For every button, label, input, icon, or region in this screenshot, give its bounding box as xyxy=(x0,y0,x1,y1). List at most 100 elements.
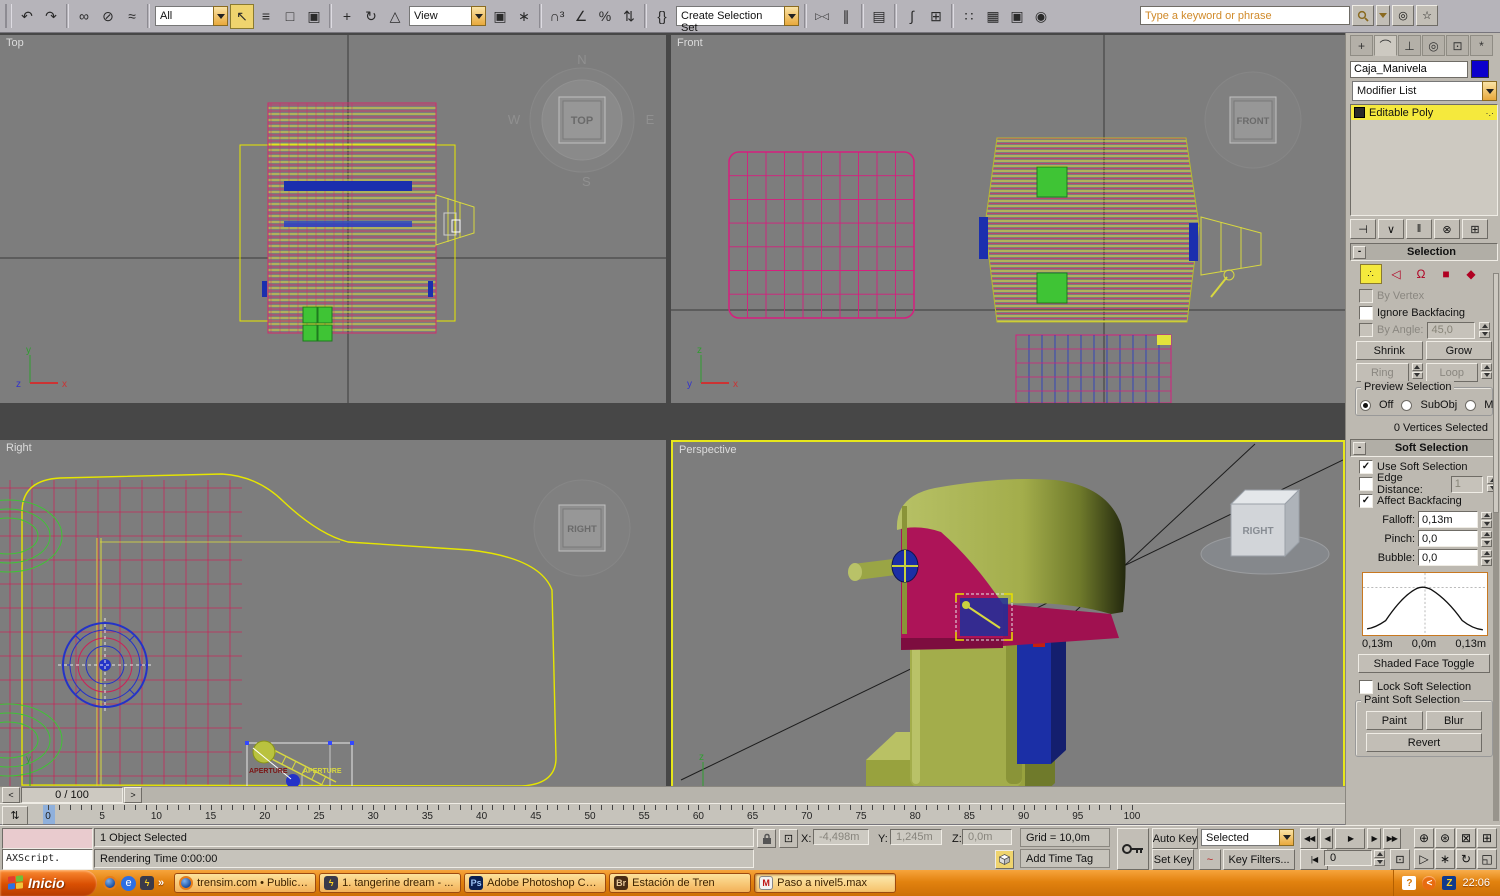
start-button[interactable]: Inicio xyxy=(0,870,97,896)
loop-button[interactable]: Loop xyxy=(1426,363,1479,382)
falloff-field[interactable]: 0,13m xyxy=(1418,511,1478,528)
key-filters-button[interactable]: Key Filters... xyxy=(1223,849,1295,870)
viewcube-top[interactable]: N S W E TOP xyxy=(508,52,655,189)
snaps-toggle-icon[interactable]: ∩³ xyxy=(545,4,569,29)
time-configuration-icon[interactable]: ⊡ xyxy=(1390,849,1410,870)
select-and-move-icon[interactable]: + xyxy=(335,4,359,29)
search-options-chevron-icon[interactable] xyxy=(1376,5,1390,26)
show-end-result-icon[interactable]: ∨ xyxy=(1378,219,1404,239)
panel-scrollbar[interactable] xyxy=(1493,273,1499,821)
taskbar-task-3[interactable]: BrEstación de Tren xyxy=(609,873,751,893)
chevron-down-icon[interactable] xyxy=(1279,829,1294,846)
border-subobject-icon[interactable]: Ω xyxy=(1410,264,1432,284)
help-tray-icon[interactable]: ? xyxy=(1402,876,1416,890)
soft-selection-rollout-header[interactable]: - Soft Selection xyxy=(1350,439,1498,457)
set-key-button[interactable]: Set Key xyxy=(1152,849,1194,870)
taskbar-clock[interactable]: 22:06 xyxy=(1462,877,1490,889)
taskbar-task-2[interactable]: PsAdobe Photoshop CS... xyxy=(464,873,606,893)
window-crossing-icon[interactable]: ▣ xyxy=(302,4,326,29)
blur-button[interactable]: Blur xyxy=(1426,711,1483,730)
polygon-subobject-icon[interactable]: ■ xyxy=(1435,264,1457,284)
zoom-extents-icon[interactable]: ⊠ xyxy=(1456,828,1476,848)
ring-button[interactable]: Ring xyxy=(1356,363,1409,382)
search-input[interactable] xyxy=(1140,6,1350,25)
firefox-quicklaunch-icon[interactable] xyxy=(103,876,117,890)
selection-rollout-header[interactable]: - Selection xyxy=(1350,243,1498,261)
select-and-scale-icon[interactable]: △ xyxy=(383,4,407,29)
tab-modify-icon[interactable]: ⌒ xyxy=(1374,35,1397,56)
pin-stack-icon[interactable]: ⊣ xyxy=(1350,219,1376,239)
revert-button[interactable]: Revert xyxy=(1366,733,1482,752)
vertex-subobject-icon[interactable]: ∴ xyxy=(1360,264,1382,284)
maxscript-mini-listener[interactable]: AXScript. xyxy=(2,849,93,870)
edge-distance-field[interactable]: 1 xyxy=(1451,476,1483,493)
y-coordinate-field[interactable]: 1,245m xyxy=(890,829,942,845)
reference-coordinate-dropdown[interactable]: View xyxy=(409,6,486,26)
preview-subobj-radio[interactable] xyxy=(1401,400,1412,411)
taskbar-task-1[interactable]: ϟ1. tangerine dream - ... xyxy=(319,873,461,893)
field-of-view-icon[interactable]: ▷ xyxy=(1414,849,1434,869)
modifier-stack-selected-row[interactable]: Editable Poly ·.· xyxy=(1351,105,1497,120)
ignore-backfacing-checkbox[interactable] xyxy=(1359,306,1373,320)
use-pivot-point-icon[interactable]: ▣ xyxy=(488,4,512,29)
chevron-down-icon[interactable] xyxy=(213,6,228,26)
rendered-frame-window-icon[interactable]: ▣ xyxy=(1005,4,1029,29)
collapse-icon[interactable]: - xyxy=(1353,246,1366,259)
viewport-perspective[interactable]: Perspective xyxy=(671,440,1345,813)
pinch-spinner[interactable] xyxy=(1481,531,1492,547)
select-and-link-icon[interactable]: ∞ xyxy=(72,4,96,29)
viewcube-perspective[interactable]: RIGHT xyxy=(1201,490,1329,574)
auto-key-button[interactable]: Auto Key xyxy=(1152,828,1198,849)
chevron-down-icon[interactable] xyxy=(784,6,799,26)
modifier-bulb-icon[interactable] xyxy=(1354,107,1365,118)
viewport-label[interactable]: Perspective xyxy=(679,444,736,456)
use-soft-selection-checkbox[interactable]: ✓ xyxy=(1359,460,1373,474)
spinner-snap-icon[interactable]: ⇅ xyxy=(617,4,641,29)
next-frame-icon[interactable]: ▶ xyxy=(1367,828,1380,849)
edge-subobject-icon[interactable]: ◁ xyxy=(1385,264,1407,284)
affect-backfacing-checkbox[interactable]: ✓ xyxy=(1359,494,1373,508)
time-slider-frame-display[interactable]: 0 / 100 xyxy=(21,787,123,803)
zonealarm-tray-icon[interactable]: Z xyxy=(1442,876,1456,890)
edge-distance-checkbox[interactable] xyxy=(1359,477,1373,491)
select-and-manipulate-icon[interactable]: ∗ xyxy=(512,4,536,29)
viewport-right[interactable]: Right xyxy=(0,440,666,813)
ring-spinner[interactable] xyxy=(1412,363,1423,379)
material-editor-icon[interactable]: ∷ xyxy=(957,4,981,29)
viewport-front[interactable]: Front xyxy=(671,35,1345,403)
align-icon[interactable]: ∥ xyxy=(834,4,858,29)
pan-icon[interactable]: ∗ xyxy=(1435,849,1455,869)
grow-button[interactable]: Grow xyxy=(1426,341,1493,360)
previous-frame-arrow-icon[interactable]: < xyxy=(2,787,20,803)
falloff-spinner[interactable] xyxy=(1481,512,1492,528)
viewport-top[interactable]: Top xyxy=(0,35,666,403)
hide-icons-chevron-icon[interactable]: < xyxy=(1422,876,1436,890)
arc-rotate-icon[interactable]: ↻ xyxy=(1456,849,1476,869)
favorites-icon[interactable]: ☆ xyxy=(1416,5,1438,26)
viewcube-right[interactable]: RIGHT xyxy=(534,480,630,576)
next-frame-arrow-icon[interactable]: > xyxy=(124,787,142,803)
make-unique-icon[interactable]: ‖ xyxy=(1406,219,1432,239)
frame-spinner[interactable] xyxy=(1374,850,1385,866)
select-and-rotate-icon[interactable]: ↻ xyxy=(359,4,383,29)
taskbar-task-4[interactable]: MPaso a nivel5.max xyxy=(754,873,896,893)
quicklaunch-chevron-icon[interactable]: » xyxy=(158,877,164,889)
z-coordinate-field[interactable]: 0,0m xyxy=(962,829,1012,845)
key-mode-dropdown[interactable]: Selected xyxy=(1201,829,1294,849)
default-in-out-tangent-icon[interactable]: ~ xyxy=(1199,849,1221,870)
schematic-view-icon[interactable]: ⊞ xyxy=(924,4,948,29)
tab-utilities-icon[interactable]: * xyxy=(1470,35,1493,56)
modifier-list-dropdown[interactable]: Modifier List xyxy=(1352,81,1497,101)
preview-off-radio[interactable] xyxy=(1360,400,1371,411)
chevron-down-icon[interactable] xyxy=(1482,81,1497,101)
zoom-all-icon[interactable]: ⊛ xyxy=(1435,828,1455,848)
paint-button[interactable]: Paint xyxy=(1366,711,1423,730)
angle-snap-icon[interactable]: ∠ xyxy=(569,4,593,29)
quick-render-icon[interactable]: ◉ xyxy=(1029,4,1053,29)
previous-frame-icon[interactable]: ◀ xyxy=(1320,828,1333,849)
chevron-down-icon[interactable] xyxy=(471,6,486,26)
tab-display-icon[interactable]: ⊡ xyxy=(1446,35,1469,56)
x-coordinate-field[interactable]: -4,498m xyxy=(813,829,869,845)
named-selection-set-dropdown[interactable]: Create Selection Set xyxy=(676,6,799,26)
communication-center-icon[interactable]: ◎ xyxy=(1392,5,1414,26)
